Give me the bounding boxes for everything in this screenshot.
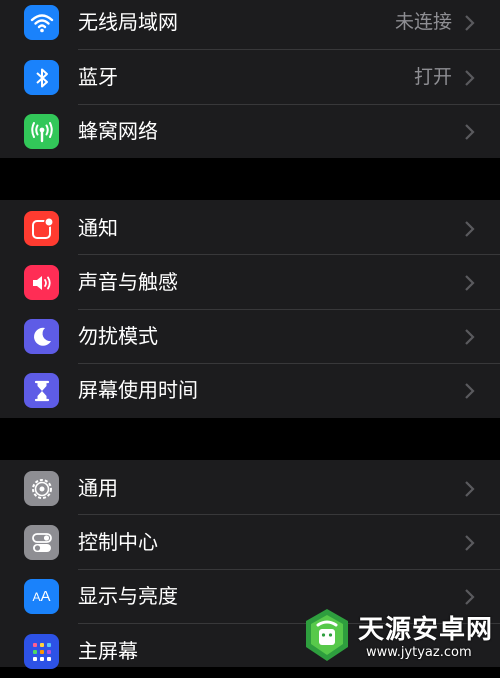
cellular-row[interactable]: 蜂窝网络 [0,104,500,158]
do-not-disturb-label: 勿扰模式 [78,324,158,348]
settings-group-connectivity: 无线局域网 未连接 蓝牙 打开 蜂窝网络 [0,0,500,158]
bluetooth-label: 蓝牙 [78,65,118,89]
control-center-row[interactable]: 控制中心 [0,515,500,569]
display-brightness-label: 显示与亮度 [78,584,178,608]
chevron-right-icon [465,275,475,291]
notification-icon [24,211,59,246]
wifi-status: 未连接 [394,11,452,33]
moon-icon [24,319,59,354]
gear-icon [24,471,59,506]
bluetooth-icon [24,60,59,95]
chevron-right-icon [465,124,475,140]
watermark-logo-icon [306,609,348,661]
screen-time-label: 屏幕使用时间 [78,378,198,402]
watermark: 天源安卓网 www.jytyaz.com [300,603,496,667]
chevron-right-icon [465,15,475,31]
chevron-right-icon [465,329,475,345]
settings-group-notifications: 通知 声音与触感 勿扰模式 屏幕使用时间 [0,200,500,418]
hourglass-icon [24,373,59,408]
cellular-antenna-icon [24,114,59,149]
wifi-icon [24,5,59,40]
toggles-icon [24,525,59,560]
general-label: 通用 [78,476,118,500]
home-screen-label: 主屏幕 [78,639,138,663]
control-center-label: 控制中心 [78,530,158,554]
watermark-url: www.jytyaz.com [366,645,472,660]
general-row[interactable]: 通用 [0,461,500,515]
bluetooth-row[interactable]: 蓝牙 打开 [0,50,500,104]
chevron-right-icon [465,221,475,237]
sounds-row[interactable]: 声音与触感 [0,255,500,309]
text-size-icon: AA [24,579,59,614]
chevron-right-icon [465,383,475,399]
chevron-right-icon [465,535,475,551]
wifi-label: 无线局域网 [78,10,178,34]
speaker-icon [24,265,59,300]
chevron-right-icon [465,481,475,497]
chevron-right-icon [465,70,475,86]
sounds-label: 声音与触感 [78,270,178,294]
watermark-title: 天源安卓网 [358,615,494,645]
notifications-row[interactable]: 通知 [0,201,500,255]
wifi-row[interactable]: 无线局域网 未连接 [0,0,500,49]
bluetooth-status: 打开 [413,66,452,88]
notifications-label: 通知 [78,216,118,240]
home-screen-grid-icon [24,634,59,669]
screen-time-row[interactable]: 屏幕使用时间 [0,363,500,417]
do-not-disturb-row[interactable]: 勿扰模式 [0,309,500,363]
cellular-label: 蜂窝网络 [78,119,158,143]
